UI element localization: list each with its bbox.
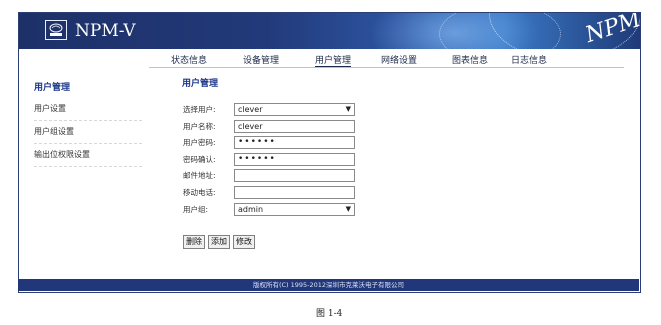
mobile-input[interactable] [234, 186, 355, 199]
sidebar-item-user-settings[interactable]: 用户设置 [34, 98, 142, 121]
add-button[interactable]: 添加 [208, 235, 230, 249]
dropdown-arrow-icon: ▼ [345, 205, 351, 213]
nav-user[interactable]: 用户管理 [315, 53, 352, 67]
banner-decoration-2 [439, 13, 561, 49]
sidebar-item-group-settings[interactable]: 用户组设置 [34, 121, 142, 144]
select-user-label: 选择用户: [183, 105, 216, 114]
group-label: 用户组: [183, 205, 209, 214]
group-dropdown[interactable]: admin ▼ [234, 203, 355, 216]
user-name-row: 用户名称: clever [183, 120, 363, 133]
select-user-row: 选择用户: clever ▼ [183, 103, 363, 116]
user-name-label: 用户名称: [183, 122, 216, 131]
password-label: 用户密码: [183, 138, 216, 147]
sidebar-title: 用户管理 [34, 83, 71, 93]
dropdown-arrow-icon: ▼ [345, 105, 351, 113]
network-device-logo-icon [45, 20, 67, 40]
delete-button[interactable]: 删除 [183, 235, 205, 249]
confirm-password-label: 密码确认: [183, 155, 216, 164]
email-row: 邮件地址: [183, 169, 363, 182]
mobile-row: 移动电话: [183, 186, 363, 199]
modify-button[interactable]: 修改 [233, 235, 255, 249]
nav-log[interactable]: 日志信息 [511, 53, 547, 66]
email-input[interactable] [234, 169, 355, 182]
user-name-input[interactable]: clever [234, 120, 355, 133]
email-label: 邮件地址: [183, 171, 216, 180]
confirm-password-input[interactable]: •••••• [234, 153, 355, 166]
nav-network[interactable]: 网络设置 [381, 53, 417, 66]
password-row: 用户密码: •••••• [183, 136, 363, 149]
nav-device[interactable]: 设备管理 [243, 53, 279, 66]
group-value: admin [238, 205, 264, 214]
nav-status[interactable]: 状态信息 [171, 53, 207, 66]
sidebar-item-output-permission[interactable]: 输出位权限设置 [34, 144, 142, 167]
password-input[interactable]: •••••• [234, 136, 355, 149]
mobile-label: 移动电话: [183, 188, 216, 197]
group-row: 用户组: admin ▼ [183, 203, 363, 216]
select-user-value: clever [238, 105, 263, 114]
figure-caption: 图 1-4 [316, 309, 343, 319]
select-user-dropdown[interactable]: clever ▼ [234, 103, 355, 116]
page-title: 用户管理 [182, 79, 219, 89]
confirm-password-row: 密码确认: •••••• [183, 153, 363, 166]
sidebar: 用户管理 用户设置 用户组设置 输出位权限设置 [34, 80, 152, 167]
top-nav: 状态信息 设备管理 用户管理 网络设置 图表信息 日志信息 [149, 51, 624, 68]
brand-name: NPM-V [75, 21, 136, 41]
header-banner: NPM-V NPM [19, 13, 640, 49]
nav-chart[interactable]: 图表信息 [452, 53, 488, 66]
